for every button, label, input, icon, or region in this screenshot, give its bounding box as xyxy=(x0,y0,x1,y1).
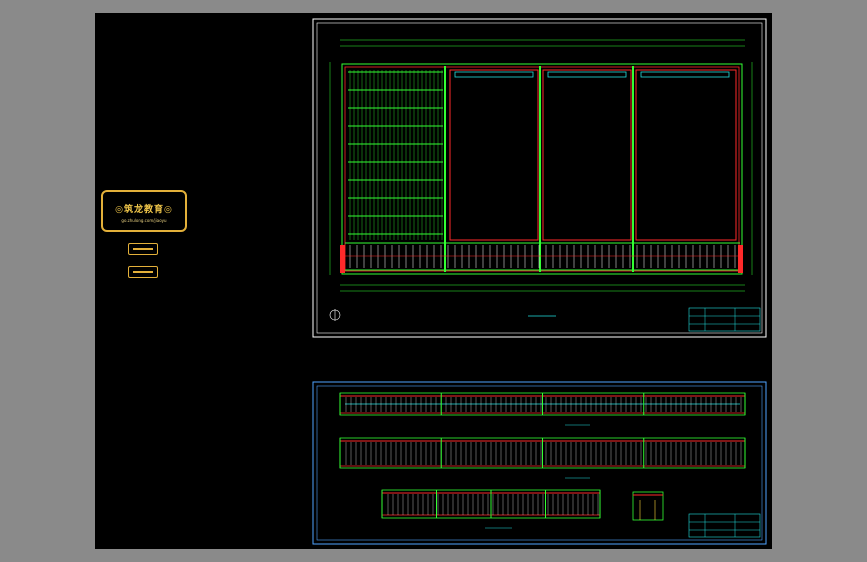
section-sheet xyxy=(312,381,767,545)
plan-sheet xyxy=(312,18,767,338)
stamp-label-2 xyxy=(128,266,158,278)
pipe-gallery xyxy=(345,242,740,271)
stamp-label-1 xyxy=(128,243,158,255)
cad-drawing-canvas[interactable] xyxy=(0,0,867,562)
zhulong-logo-stamp: ◎筑龙教育◎ go.zhulong.com/jiaoyu xyxy=(101,190,187,232)
filter-grid xyxy=(348,70,443,240)
stamp-url: go.zhulong.com/jiaoyu xyxy=(121,218,167,223)
stamp-title: ◎筑龙教育◎ xyxy=(115,205,173,215)
